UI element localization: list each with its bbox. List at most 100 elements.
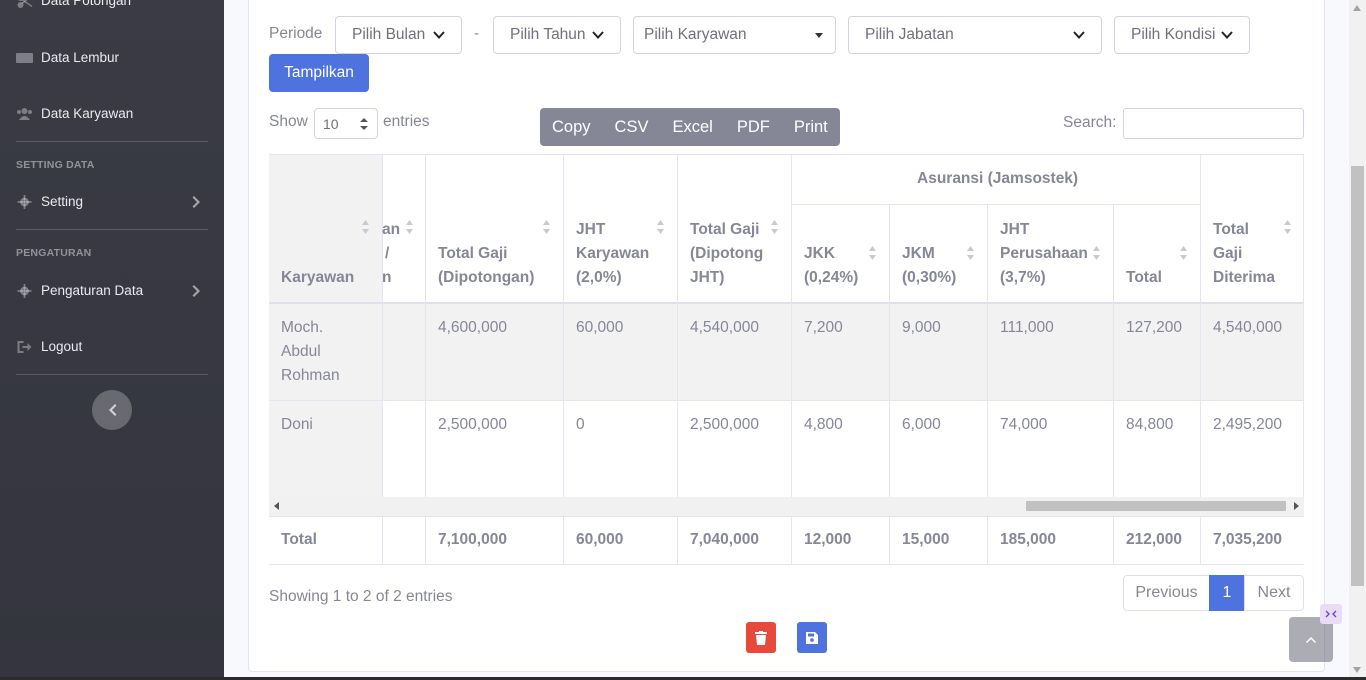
sidebar-item-setting[interactable]: Setting [16,194,200,209]
entries-length-value: 10 [323,115,339,132]
cell-jkk: 7,200 [804,319,843,336]
jabatan-select[interactable]: Pilih Jabatan [848,16,1102,54]
table-border [425,516,426,564]
cell-total-gaji-dipotong-jht: 4,540,000 [690,319,759,336]
header-text: Perusahaan [1000,245,1088,262]
export-button-group: Copy CSV Excel PDF Print [540,108,840,146]
sort-icon[interactable] [770,219,779,235]
periode-label: Periode [269,25,323,42]
kondisi-select-value: Pilih Kondisi [1131,26,1216,43]
table-border [677,516,678,564]
cell-total-gaji-diterima: 2,495,200 [1213,416,1282,433]
pdf-button[interactable]: PDF [725,108,782,146]
logout-icon [17,340,32,353]
pagination-previous[interactable]: Previous [1123,575,1210,611]
sidebar-item-data-karyawan[interactable]: Data Karyawan [16,106,133,121]
column-header-total-gaji-dipotongan[interactable]: Total Gaji (Dipotongan) [438,242,534,290]
scroll-right-icon[interactable] [1293,502,1299,510]
sort-icon[interactable] [405,219,414,235]
csv-button[interactable]: CSV [603,108,661,146]
footer-jht-perusahaan: 185,000 [1000,531,1057,548]
table-border [792,204,1201,205]
chevron-down-icon [1073,31,1085,39]
karyawan-select[interactable]: Pilih Karyawan [633,16,836,54]
sidebar-item-label: Data Lembur [41,50,120,65]
table-border [269,564,1304,565]
sidebar-item-data-lembur[interactable]: Data Lembur [16,50,119,65]
column-header-partial[interactable]: an / n [382,218,400,290]
table-border [1200,154,1201,497]
kondisi-select[interactable]: Pilih Kondisi [1114,16,1250,54]
table-border [889,516,890,564]
save-button[interactable] [797,622,827,653]
chevron-down-icon [1221,31,1233,39]
sort-icon[interactable] [1283,219,1292,235]
column-header-karyawan[interactable]: Karyawan [281,266,354,290]
scroll-down-icon[interactable] [1353,667,1361,673]
column-header-total-gaji-diterima[interactable]: Total Gaji Diterima [1213,218,1275,290]
page-vertical-scrollbar[interactable] [1349,0,1366,680]
chevron-up-icon [1306,636,1316,643]
tahun-select[interactable]: Pilih Tahun [493,16,621,54]
chevron-left-icon [109,404,117,416]
sidebar-item-label: Setting [41,194,84,209]
column-header-jht-perusahaan[interactable]: JHT Perusahaan (3,7%) [1000,218,1088,290]
cell-jkm: 9,000 [902,319,941,336]
scroll-up-icon[interactable] [1353,5,1361,11]
print-button[interactable]: Print [782,108,840,146]
pagination-next[interactable]: Next [1244,575,1304,611]
sort-icon[interactable] [361,219,370,235]
sidebar-toggle-button[interactable] [92,390,132,430]
sidebar-heading-setting: SETTING DATA [16,159,95,171]
column-header-jkk[interactable]: JKK (0,24%) [804,242,858,290]
header-text: (0,30%) [902,269,957,286]
caret-down-icon [815,33,823,38]
table-info: Showing 1 to 2 of 2 entries [269,588,453,605]
sidebar-item-logout[interactable]: Logout [16,339,82,354]
header-text: (Dipotong [690,245,764,262]
bulan-select-value: Pilih Bulan [352,26,426,43]
sidebar-item-label: Pengaturan Data [41,283,144,298]
sort-icon[interactable] [656,219,665,235]
sort-icon[interactable] [1179,245,1188,261]
entries-length-select[interactable]: 10 [314,108,378,139]
copy-button[interactable]: Copy [540,108,603,146]
column-header-total[interactable]: Total [1126,266,1162,290]
column-header-jkm[interactable]: JKM (0,30%) [902,242,956,290]
sidebar: Data Potongan Data Lembur Data Karyawan … [0,0,224,680]
footer-total-gaji-dipotongan: 7,100,000 [438,531,507,548]
table-horizontal-scrollbar[interactable] [269,497,1304,516]
column-header-jht-karyawan[interactable]: JHT Karyawan (2,0%) [576,218,649,290]
cell-jht-karyawan: 60,000 [576,319,624,336]
delete-button[interactable] [746,622,776,653]
sort-icon[interactable] [868,245,877,261]
sidebar-item-pengaturan-data[interactable]: Pengaturan Data [16,283,200,298]
table-border [1303,154,1304,497]
scroll-left-icon[interactable] [274,502,280,510]
sort-icon[interactable] [1092,245,1101,261]
tampilkan-button[interactable]: Tampilkan [269,54,369,92]
sort-icon[interactable] [542,219,551,235]
sidebar-item-data-potongan[interactable]: Data Potongan [16,0,131,8]
header-text: n [382,269,392,286]
table-border [1200,516,1201,564]
search-input[interactable] [1123,108,1304,139]
chevron-right-icon [192,284,200,297]
scrollbar-thumb[interactable] [1351,166,1364,586]
search-label: Search: [1063,114,1117,131]
header-text: JKK [804,245,836,262]
header-text: JHT) [690,269,725,286]
header-text: JHT [576,221,606,238]
table-border [987,204,988,497]
scrollbar-thumb[interactable] [1026,501,1286,511]
column-header-total-gaji-dipotong-jht[interactable]: Total Gaji (Dipotong JHT) [690,218,763,290]
table-border [382,154,383,497]
pagination-page-1[interactable]: 1 [1209,575,1245,611]
table-border [563,516,564,564]
sort-icon[interactable] [966,245,975,261]
sidebar-item-label: Data Potongan [41,0,132,8]
excel-button[interactable]: Excel [660,108,724,146]
header-text: Total [1126,269,1162,286]
extension-icon[interactable] [1320,604,1342,624]
bulan-select[interactable]: Pilih Bulan [335,16,462,54]
